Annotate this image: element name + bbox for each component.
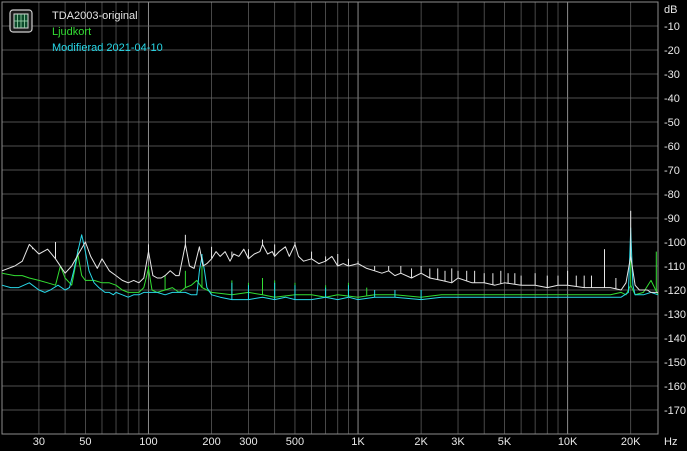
- x-tick-label: 1K: [351, 436, 365, 448]
- y-tick-label: -60: [664, 141, 680, 153]
- legend-entry-ljudkort: Ljudkort: [52, 26, 91, 38]
- x-tick-label: 10K: [558, 436, 578, 448]
- legend-icon: [9, 9, 33, 33]
- y-unit-label: dB: [664, 4, 677, 16]
- y-tick-label: -170: [664, 405, 686, 417]
- x-tick-label: 300: [239, 436, 257, 448]
- y-tick-label: -120: [664, 285, 686, 297]
- x-tick-label: 20K: [621, 436, 641, 448]
- x-tick-label: 50: [79, 436, 91, 448]
- y-tick-label: -160: [664, 381, 686, 393]
- y-tick-label: -40: [664, 93, 680, 105]
- y-tick-label: -100: [664, 237, 686, 249]
- y-tick-label: -70: [664, 165, 680, 177]
- y-tick-label: -80: [664, 189, 680, 201]
- spectrum-chart: 30 50 100 200 300 500 1K 2K 3K 5K 10K 20K -10 -20 -30…: [0, 0, 687, 451]
- y-tick-label: -130: [664, 309, 686, 321]
- y-tick-label: -10: [664, 21, 680, 33]
- x-tick-label: 100: [139, 436, 157, 448]
- x-tick-label: 2K: [414, 436, 428, 448]
- x-tick-label: 500: [286, 436, 304, 448]
- y-tick-label: -90: [664, 213, 680, 225]
- y-tick-label: -30: [664, 69, 680, 81]
- x-tick-label: 200: [202, 436, 220, 448]
- y-tick-label: -50: [664, 117, 680, 129]
- x-tick-label: 5K: [498, 436, 512, 448]
- legend-entry-modifierad: Modifierad 2021-04-10: [52, 42, 163, 54]
- y-tick-label: -20: [664, 45, 680, 57]
- x-unit-label: Hz: [664, 436, 677, 448]
- x-tick-label: 3K: [451, 436, 465, 448]
- legend-entry-tda2003-original: TDA2003-original: [52, 10, 138, 22]
- chart-background: [0, 0, 687, 451]
- x-tick-label: 30: [33, 436, 45, 448]
- y-tick-label: -140: [664, 333, 686, 345]
- y-tick-label: -110: [664, 261, 685, 273]
- y-tick-label: -150: [664, 357, 686, 369]
